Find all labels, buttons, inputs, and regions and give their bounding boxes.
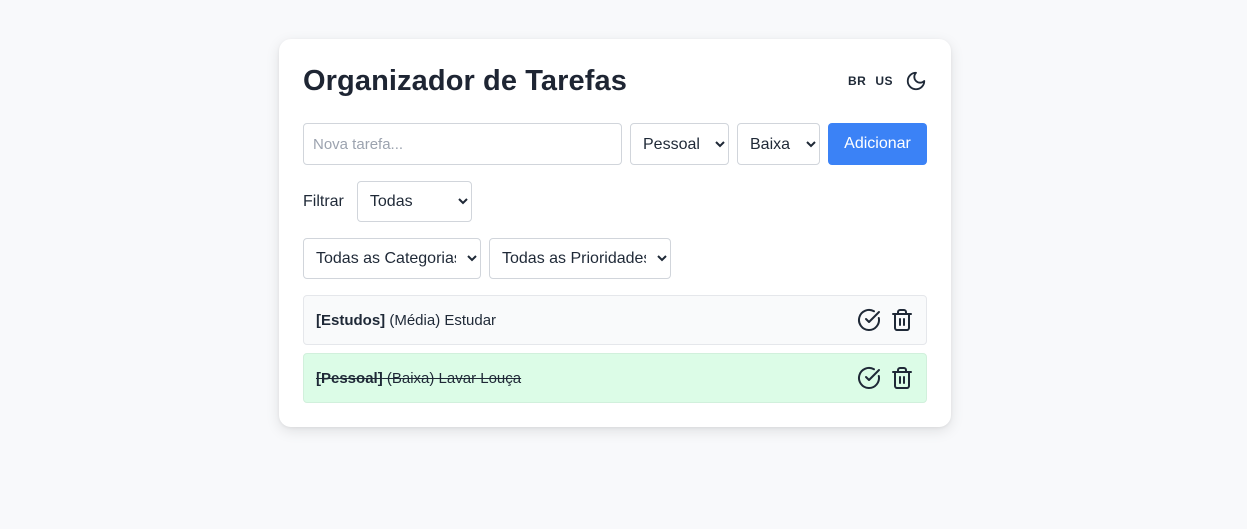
header-actions: BR US: [848, 70, 927, 92]
task-description: (Média) Estudar: [385, 311, 497, 329]
page-title: Organizador de Tarefas: [303, 65, 627, 97]
task-item-completed: [Pessoal] (Baixa) Lavar Louça: [303, 353, 927, 403]
category-filter-select[interactable]: Todas as Categorias: [303, 238, 481, 279]
task-category: [Pessoal]: [316, 369, 383, 387]
add-task-form: Pessoal Baixa Adicionar: [303, 123, 927, 165]
language-br-button[interactable]: BR: [848, 74, 866, 88]
header: Organizador de Tarefas BR US: [303, 39, 927, 125]
moon-icon[interactable]: [905, 70, 927, 92]
task-actions: [857, 366, 914, 390]
priority-filter-select[interactable]: Todas as Prioridades: [489, 238, 671, 279]
category-select[interactable]: Pessoal: [630, 123, 729, 165]
task-actions: [857, 308, 914, 332]
check-circle-icon[interactable]: [857, 308, 881, 332]
add-button[interactable]: Adicionar: [828, 123, 927, 165]
task-list: [Estudos] (Média) Estudar [Pessoal] (Bai…: [303, 295, 927, 403]
status-filter-select[interactable]: Todas: [356, 181, 472, 222]
task-text: [Pessoal] (Baixa) Lavar Louça: [316, 370, 521, 387]
task-text: [Estudos] (Média) Estudar: [316, 312, 496, 329]
status-filter-row: Filtrar Todas: [303, 181, 927, 222]
priority-select[interactable]: Baixa: [737, 123, 820, 165]
filter-label: Filtrar: [303, 192, 344, 210]
new-task-input[interactable]: [303, 123, 622, 165]
trash-icon[interactable]: [890, 366, 914, 390]
check-circle-icon[interactable]: [857, 366, 881, 390]
category-priority-filter-row: Todas as Categorias Todas as Prioridades: [303, 238, 927, 279]
task-organizer-card: Organizador de Tarefas BR US Pessoal Bai…: [279, 39, 951, 427]
task-item: [Estudos] (Média) Estudar: [303, 295, 927, 345]
trash-icon[interactable]: [890, 308, 914, 332]
language-us-button[interactable]: US: [875, 74, 893, 88]
task-category: [Estudos]: [316, 311, 386, 329]
task-description: (Baixa) Lavar Louça: [382, 369, 522, 387]
